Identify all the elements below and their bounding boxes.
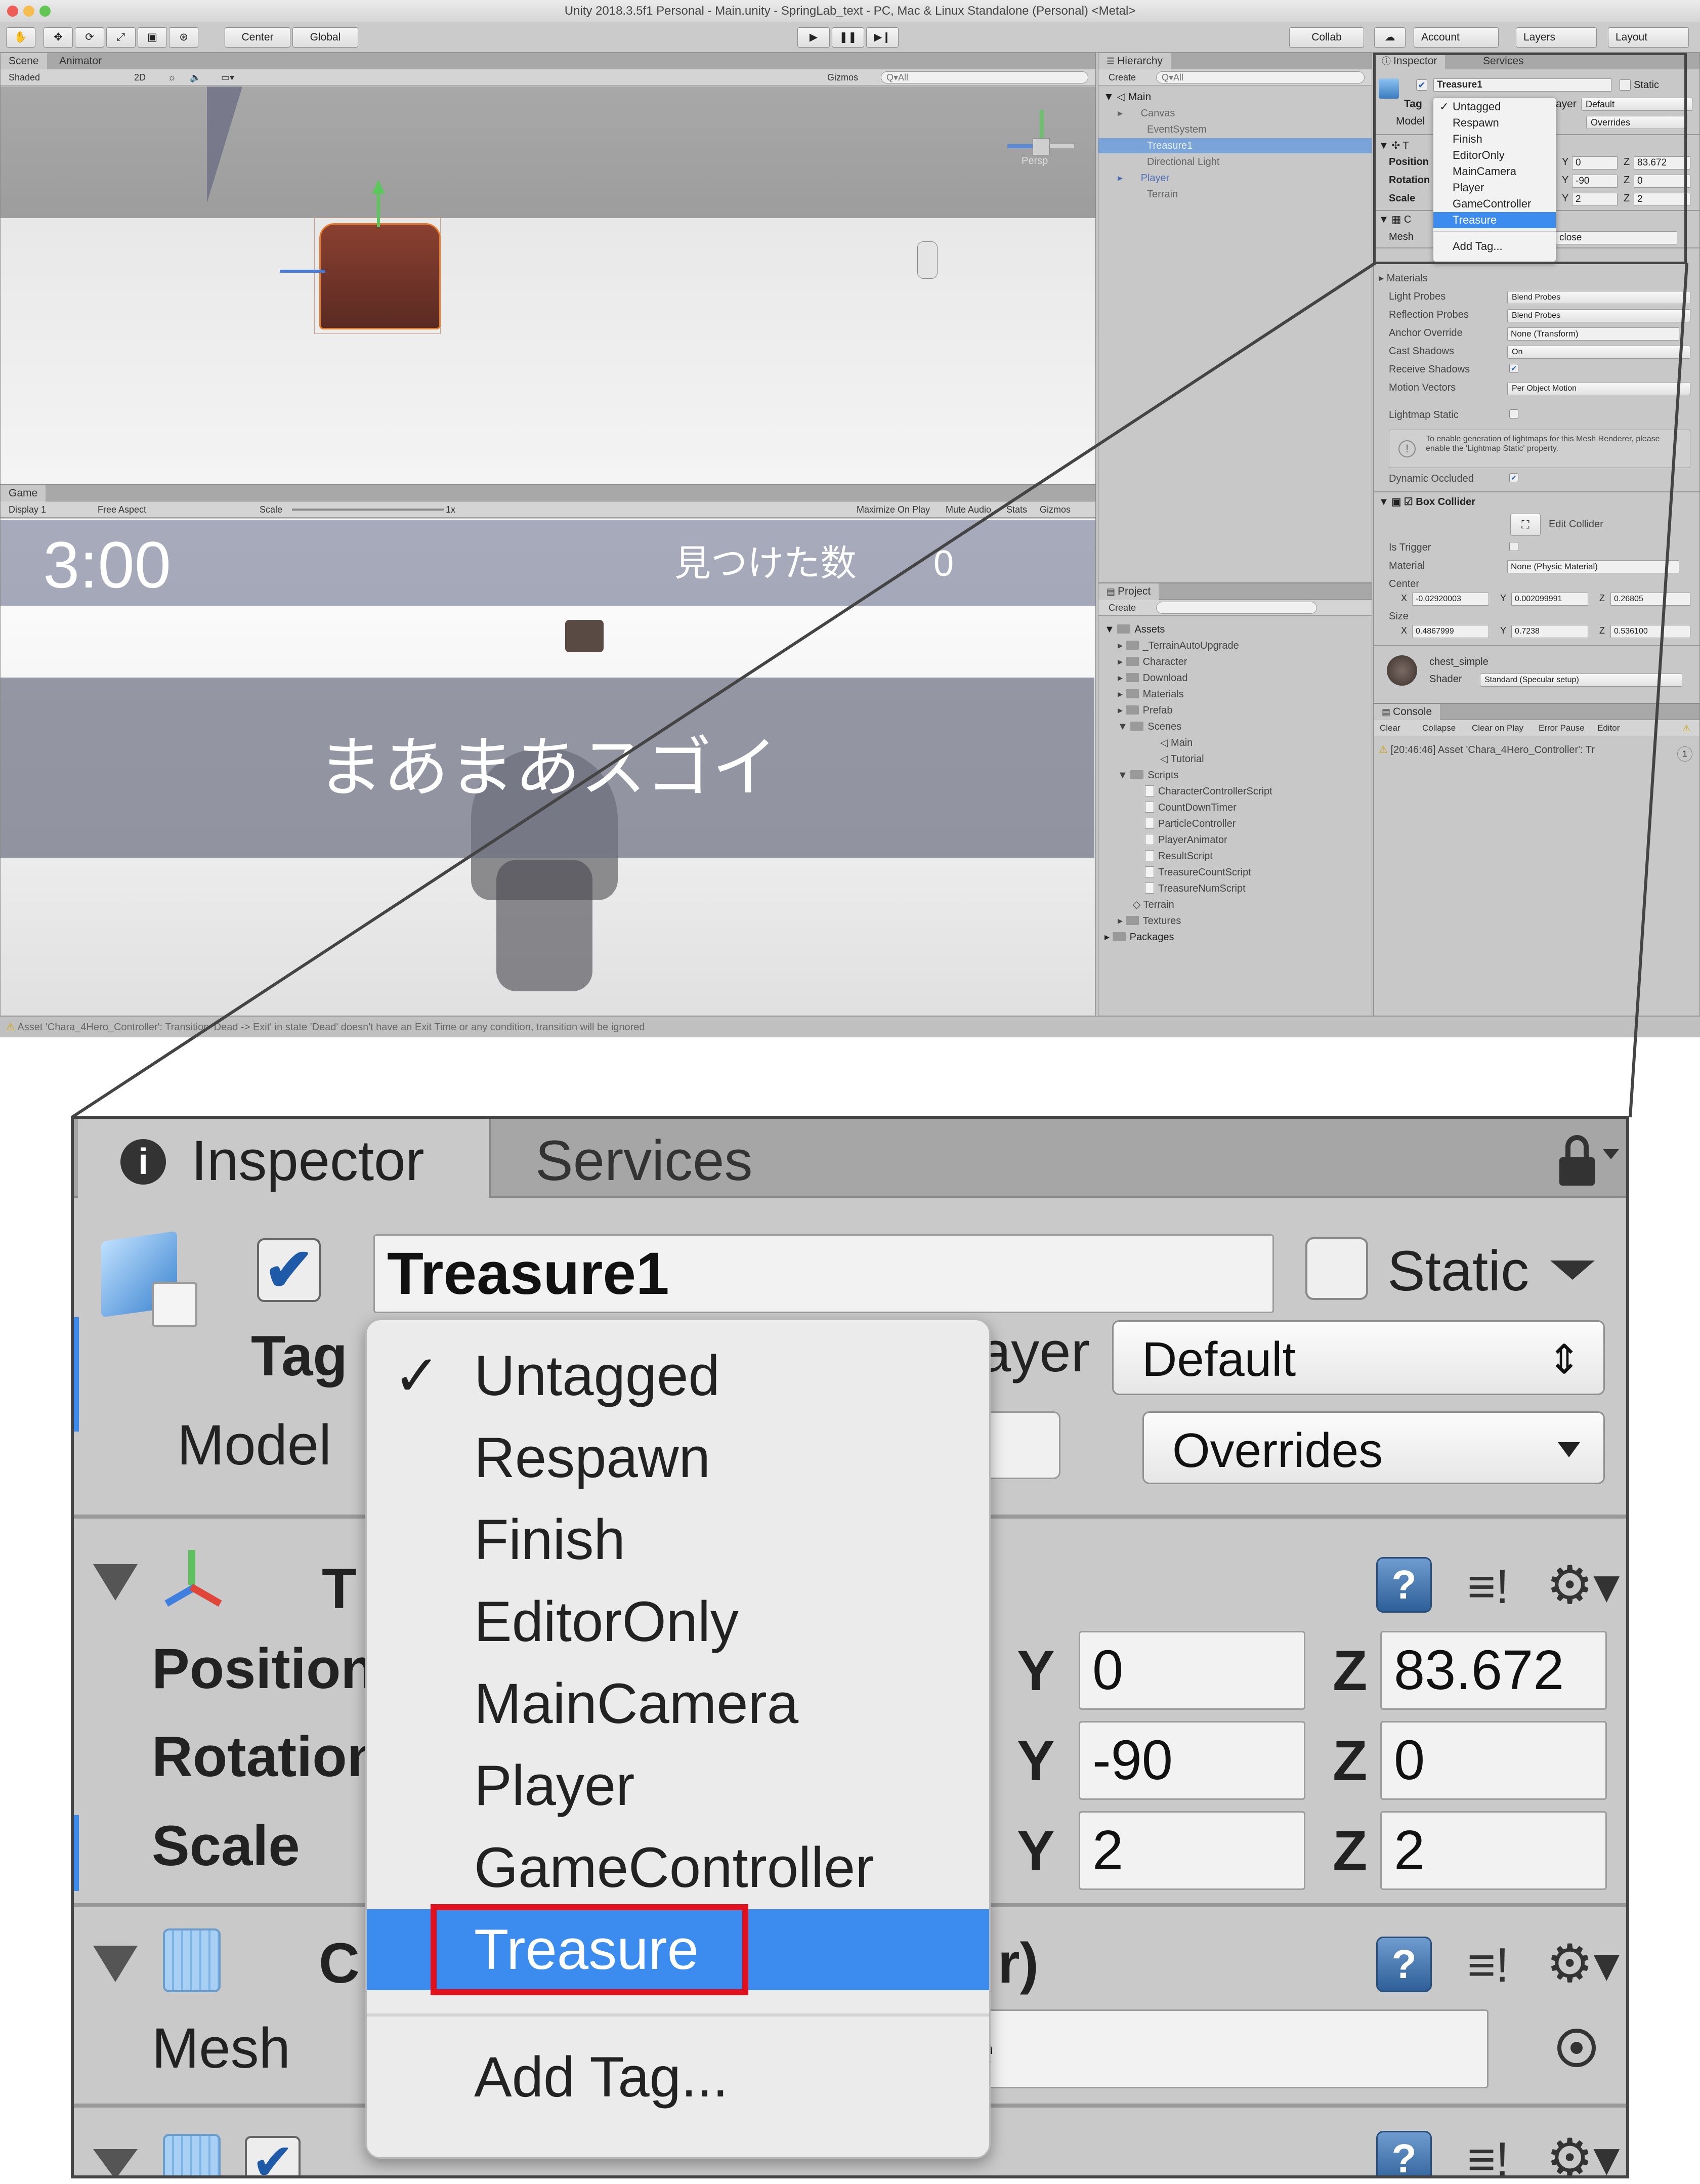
model-label: Model (177, 1413, 332, 1477)
rotation-y-field[interactable]: -90 (1079, 1721, 1305, 1800)
transform-header-label: T (322, 1557, 357, 1620)
position-y-field[interactable]: 0 (1079, 1631, 1305, 1710)
tag-option-untagged[interactable]: ✓ Untagged (367, 1335, 989, 1416)
lock-icon[interactable] (1559, 1135, 1595, 1186)
position-z-field[interactable]: 83.672 (1380, 1631, 1607, 1710)
help-icon[interactable]: ? (1376, 1937, 1432, 1992)
static-checkbox[interactable] (1305, 1237, 1368, 1300)
layer-label: ayer (980, 1320, 1090, 1383)
gear-icon[interactable]: ⚙▾ (1546, 1934, 1620, 1994)
zoom-tab-services[interactable]: Services (535, 1128, 752, 1194)
preset-icon[interactable]: ≡! (1467, 2132, 1518, 2175)
chevron-down-icon (1558, 1442, 1580, 1457)
overrides-dropdown[interactable]: Overrides (1142, 1411, 1605, 1484)
scale-override-marker (74, 1815, 79, 1891)
zoomed-inspector-callout: i Inspector Services ✔ Treasure1 Static … (71, 1116, 1629, 2178)
gear-icon[interactable]: ⚙▾ (1546, 1555, 1620, 1616)
updown-arrows-icon: ⇕ (1547, 1337, 1581, 1382)
scale-y-field[interactable]: 2 (1079, 1811, 1305, 1890)
axis-y-label: Y (1017, 1639, 1055, 1702)
transform-foldout-arrow[interactable] (93, 1564, 138, 1601)
overrides-label: Overrides (1172, 1423, 1383, 1478)
mesh-renderer-enabled-checkbox[interactable]: ✔ (245, 2136, 301, 2175)
layer-value: Default (1142, 1332, 1296, 1387)
tag-option-gamecontroller[interactable]: GameController (367, 1827, 989, 1908)
active-checkbox[interactable]: ✔ (257, 1238, 321, 1302)
help-icon[interactable]: ? (1376, 2131, 1432, 2175)
prefab-override-marker (74, 1317, 79, 1432)
preset-icon[interactable]: ≡! (1467, 1559, 1518, 1615)
preset-icon[interactable]: ≡! (1467, 1938, 1518, 1993)
help-icon[interactable]: ? (1376, 1557, 1432, 1613)
object-picker-icon[interactable] (1557, 2029, 1596, 2067)
checkmark-icon: ✓ (393, 1344, 441, 1407)
mesh-filter-header-tail: r) (998, 1931, 1039, 1995)
highlight-box (431, 1904, 748, 1995)
mesh-renderer-foldout-arrow[interactable] (93, 2149, 138, 2175)
gameobject-name-field[interactable]: Treasure1 (373, 1234, 1274, 1313)
tag-option-player[interactable]: Player (367, 1745, 989, 1826)
mesh-renderer-icon (163, 2134, 221, 2175)
axis-y-label: Y (1017, 1819, 1055, 1882)
rotation-label: Rotation (152, 1725, 382, 1788)
static-dropdown-arrow[interactable] (1550, 1261, 1595, 1280)
axis-y-label: Y (1017, 1729, 1055, 1792)
tag-option-maincamera[interactable]: MainCamera (367, 1663, 989, 1744)
layer-dropdown[interactable]: Default ⇕ (1112, 1320, 1605, 1395)
scale-label: Scale (152, 1814, 300, 1877)
tag-option-treasure[interactable]: Treasure (367, 1904, 989, 1995)
static-label: Static (1387, 1239, 1529, 1303)
position-label: Position (152, 1637, 375, 1700)
mesh-filter-icon (163, 1928, 221, 1992)
tag-option-respawn[interactable]: Respawn (367, 1417, 989, 1498)
info-icon: i (120, 1139, 166, 1185)
axis-z-label: Z (1333, 1819, 1368, 1882)
tab-menu-icon[interactable] (1603, 1149, 1619, 1159)
zoom-tab-inspector[interactable]: i Inspector (78, 1119, 491, 1198)
gear-icon[interactable]: ⚙▾ (1546, 2128, 1620, 2175)
tag-option-editoronly[interactable]: EditorOnly (367, 1581, 989, 1662)
scale-z-field[interactable]: 2 (1380, 1811, 1607, 1890)
axis-z-label: Z (1333, 1639, 1368, 1702)
axis-z-label: Z (1333, 1729, 1368, 1792)
inspector-tab-label: Inspector (191, 1129, 424, 1192)
mesh-label: Mesh (152, 2017, 290, 2080)
menu-separator (367, 2013, 989, 2017)
tag-dropdown-menu: ✓ Untagged Respawn Finish EditorOnly Mai… (365, 1319, 991, 2159)
rotation-z-field[interactable]: 0 (1380, 1721, 1607, 1800)
transform-axis-icon (157, 1547, 228, 1618)
tag-option-finish[interactable]: Finish (367, 1499, 989, 1580)
mesh-filter-header-label: C (319, 1931, 360, 1995)
gameobject-cube-icon (101, 1231, 197, 1332)
add-tag-option[interactable]: Add Tag... (367, 2037, 989, 2118)
mesh-filter-foldout-arrow[interactable] (93, 1946, 138, 1982)
tag-label: Tag (251, 1324, 348, 1388)
